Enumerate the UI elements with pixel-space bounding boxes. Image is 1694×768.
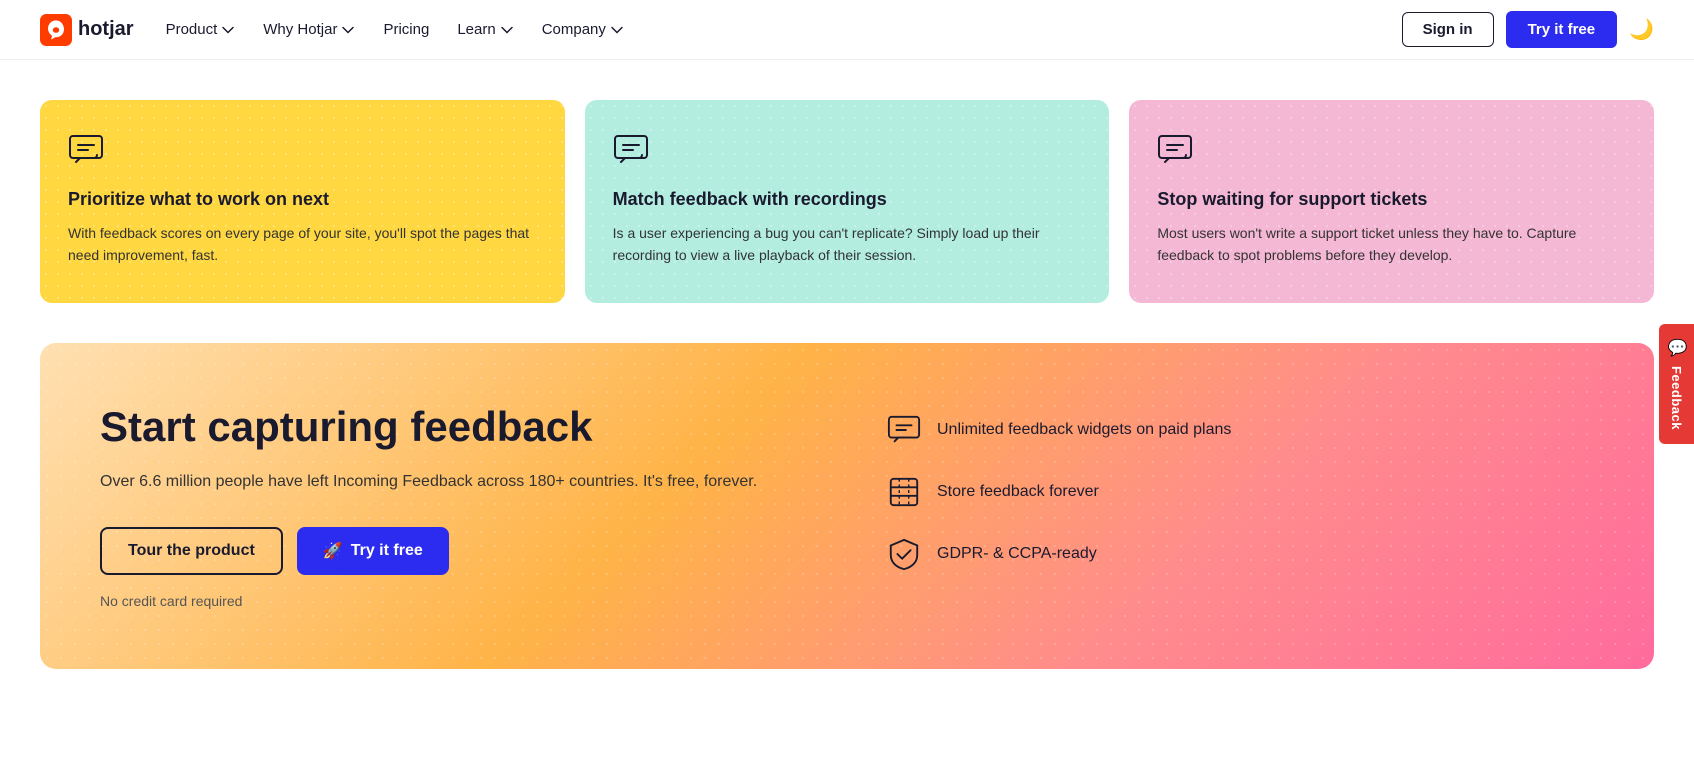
feature-list: Unlimited feedback widgets on paid plans… xyxy=(887,413,1594,571)
cta-note: No credit card required xyxy=(100,593,807,609)
dark-mode-toggle[interactable]: 🌙 xyxy=(1629,17,1654,42)
navbar: hotjar Product Why Hotjar Pricing Learn … xyxy=(0,0,1694,60)
cta-section: Start capturing feedback Over 6.6 millio… xyxy=(40,343,1654,669)
feature-item-unlimited: Unlimited feedback widgets on paid plans xyxy=(887,413,1594,447)
cta-title: Start capturing feedback xyxy=(100,403,807,451)
nav-items: Product Why Hotjar Pricing Learn Company xyxy=(166,21,624,38)
card-icon-yellow xyxy=(68,132,537,173)
cta-left: Start capturing feedback Over 6.6 millio… xyxy=(100,403,807,609)
chevron-down-icon xyxy=(341,23,355,37)
cards-section: Prioritize what to work on next With fee… xyxy=(0,60,1694,323)
card-yellow: Prioritize what to work on next With fee… xyxy=(40,100,565,303)
tour-product-button[interactable]: Tour the product xyxy=(100,527,283,575)
card-title-teal: Match feedback with recordings xyxy=(613,189,1082,210)
card-icon-teal xyxy=(613,132,1082,173)
feedback-icon-yellow xyxy=(68,132,104,168)
card-desc-yellow: With feedback scores on every page of yo… xyxy=(68,222,537,267)
feature-item-gdpr: GDPR- & CCPA-ready xyxy=(887,537,1594,571)
logo[interactable]: hotjar xyxy=(40,14,134,46)
feedback-tab-icon: 💬 xyxy=(1667,338,1686,358)
nav-right: Sign in Try it free 🌙 xyxy=(1402,11,1654,48)
feedback-icon-teal xyxy=(613,132,649,168)
sign-in-button[interactable]: Sign in xyxy=(1402,12,1494,47)
card-desc-teal: Is a user experiencing a bug you can't r… xyxy=(613,222,1082,267)
chevron-down-icon xyxy=(500,23,514,37)
chevron-down-icon xyxy=(221,23,235,37)
feedback-tab[interactable]: 💬 Feedback xyxy=(1659,324,1694,444)
storage-icon xyxy=(887,475,921,509)
nav-item-learn[interactable]: Learn xyxy=(457,21,513,38)
chevron-down-icon xyxy=(610,23,624,37)
card-title-yellow: Prioritize what to work on next xyxy=(68,189,537,210)
card-teal: Match feedback with recordings Is a user… xyxy=(585,100,1110,303)
feedback-widget-icon xyxy=(887,413,921,447)
cta-try-free-button[interactable]: 🚀 Try it free xyxy=(297,527,449,575)
feedback-icon-pink xyxy=(1157,132,1193,168)
card-title-pink: Stop waiting for support tickets xyxy=(1157,189,1626,210)
nav-item-pricing[interactable]: Pricing xyxy=(383,21,429,38)
cta-right: Unlimited feedback widgets on paid plans… xyxy=(887,403,1594,571)
card-desc-pink: Most users won't write a support ticket … xyxy=(1157,222,1626,267)
hotjar-logo-icon xyxy=(40,14,72,46)
nav-item-product[interactable]: Product xyxy=(166,21,236,38)
card-pink: Stop waiting for support tickets Most us… xyxy=(1129,100,1654,303)
cta-buttons: Tour the product 🚀 Try it free xyxy=(100,527,807,575)
shield-check-icon xyxy=(887,537,921,571)
logo-text: hotjar xyxy=(78,18,134,41)
rocket-icon: 🚀 xyxy=(323,541,343,561)
nav-item-company[interactable]: Company xyxy=(542,21,624,38)
nav-item-why-hotjar[interactable]: Why Hotjar xyxy=(263,21,355,38)
card-icon-pink xyxy=(1157,132,1626,173)
feature-item-store: Store feedback forever xyxy=(887,475,1594,509)
nav-left: hotjar Product Why Hotjar Pricing Learn … xyxy=(40,14,624,46)
try-it-free-button[interactable]: Try it free xyxy=(1506,11,1618,48)
cta-description: Over 6.6 million people have left Incomi… xyxy=(100,469,807,495)
